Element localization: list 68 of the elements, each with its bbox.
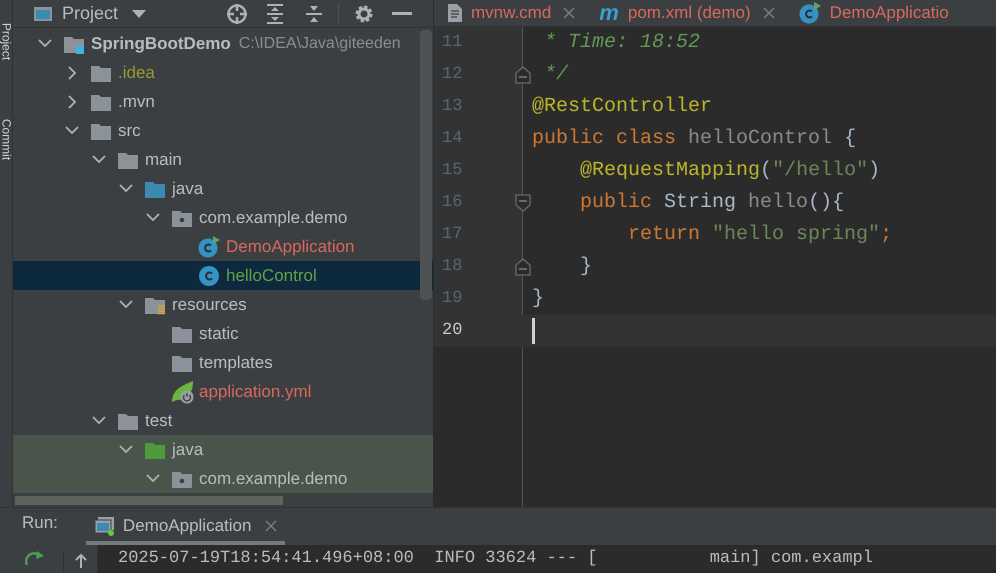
tree-item[interactable]: java — [172, 436, 204, 462]
tree-item[interactable]: test — [145, 408, 172, 434]
run-window-icon — [94, 516, 116, 536]
tree-item[interactable]: main — [145, 146, 182, 172]
chevron-down-icon[interactable] — [92, 155, 106, 164]
settings-icon[interactable] — [354, 4, 374, 24]
vertical-scrollbar[interactable] — [420, 30, 432, 300]
code-line: @RequestMapping("/hello") — [579, 158, 880, 184]
tree-item[interactable]: .mvn — [118, 88, 155, 114]
code-line: * Time: 18:52 — [543, 30, 700, 56]
horizontal-scrollbar[interactable] — [15, 496, 283, 505]
tree-item[interactable]: static — [199, 320, 239, 346]
tree-item[interactable]: src — [118, 118, 141, 144]
text-cursor — [532, 318, 535, 344]
chevron-down-icon[interactable] — [92, 416, 106, 425]
close-icon[interactable] — [762, 7, 775, 19]
tree-item[interactable]: DemoApplication — [226, 234, 355, 260]
window-icon — [33, 6, 53, 22]
console-line: 2025-07-19T18:54:41.496+08:00 INFO 33624 --- [ main] com.exampl — [118, 548, 874, 570]
fold-marker-icon[interactable] — [515, 66, 531, 84]
chevron-down-icon[interactable] — [119, 300, 133, 309]
editor-tab[interactable]: DemoApplicatio — [784, 0, 959, 26]
document-icon — [448, 4, 462, 22]
rerun-icon[interactable] — [25, 551, 45, 565]
runnable-class-icon — [198, 236, 220, 258]
tree-item[interactable]: com.example.demo — [199, 204, 348, 230]
chevron-down-icon[interactable] — [65, 126, 79, 135]
close-icon[interactable] — [265, 520, 278, 532]
chevron-right-icon[interactable] — [68, 94, 76, 108]
dropdown-caret-icon[interactable] — [132, 10, 146, 18]
code-line: } — [532, 286, 544, 312]
tree-item[interactable]: application.yml — [199, 378, 312, 404]
chevron-down-icon[interactable] — [146, 213, 160, 222]
expand-all-icon[interactable] — [265, 4, 286, 24]
locate-icon[interactable] — [226, 2, 248, 24]
run-label: Run: — [22, 512, 58, 534]
tree-item[interactable]: resources — [172, 292, 247, 318]
tree-item[interactable]: SpringBootDemo — [91, 30, 231, 56]
code-line: public class helloControl { — [532, 126, 856, 152]
chevron-down-icon[interactable] — [146, 474, 160, 483]
code-line: @RestController — [532, 94, 712, 120]
editor-tab[interactable]: m pom.xml (demo) — [585, 0, 785, 26]
close-icon[interactable] — [563, 7, 576, 19]
collapse-all-icon[interactable] — [304, 4, 324, 24]
fold-marker-icon[interactable] — [515, 194, 531, 212]
minimize-icon[interactable] — [392, 12, 412, 16]
tool-window-label[interactable]: Commit — [0, 94, 12, 186]
chevron-down-icon[interactable] — [119, 445, 133, 454]
tree-item[interactable]: java — [172, 176, 204, 202]
code-line: public String hello(){ — [579, 190, 844, 216]
project-path: C:\IDEA\Java\giteeden — [238, 34, 401, 54]
leaf-config-icon — [171, 380, 195, 404]
chevron-right-icon[interactable] — [68, 66, 76, 80]
code-line: return "hello spring"; — [627, 222, 892, 248]
tree-item[interactable]: .idea — [118, 60, 155, 86]
code-line: } — [579, 254, 592, 280]
up-arrow-icon[interactable] — [74, 554, 88, 568]
line-number: 20 — [434, 315, 522, 347]
chevron-down-icon[interactable] — [38, 39, 52, 48]
editor-tab[interactable]: mvnw.cmd — [434, 0, 586, 26]
letter-icon: m — [599, 2, 619, 24]
fold-marker-icon[interactable] — [515, 258, 531, 276]
chevron-down-icon[interactable] — [119, 184, 133, 193]
tree-item[interactable]: helloControl — [226, 262, 317, 288]
class-icon — [198, 264, 220, 286]
code-line: */ — [543, 62, 568, 88]
tree-item[interactable]: templates — [199, 350, 273, 376]
panel-title[interactable]: Project — [62, 0, 118, 27]
